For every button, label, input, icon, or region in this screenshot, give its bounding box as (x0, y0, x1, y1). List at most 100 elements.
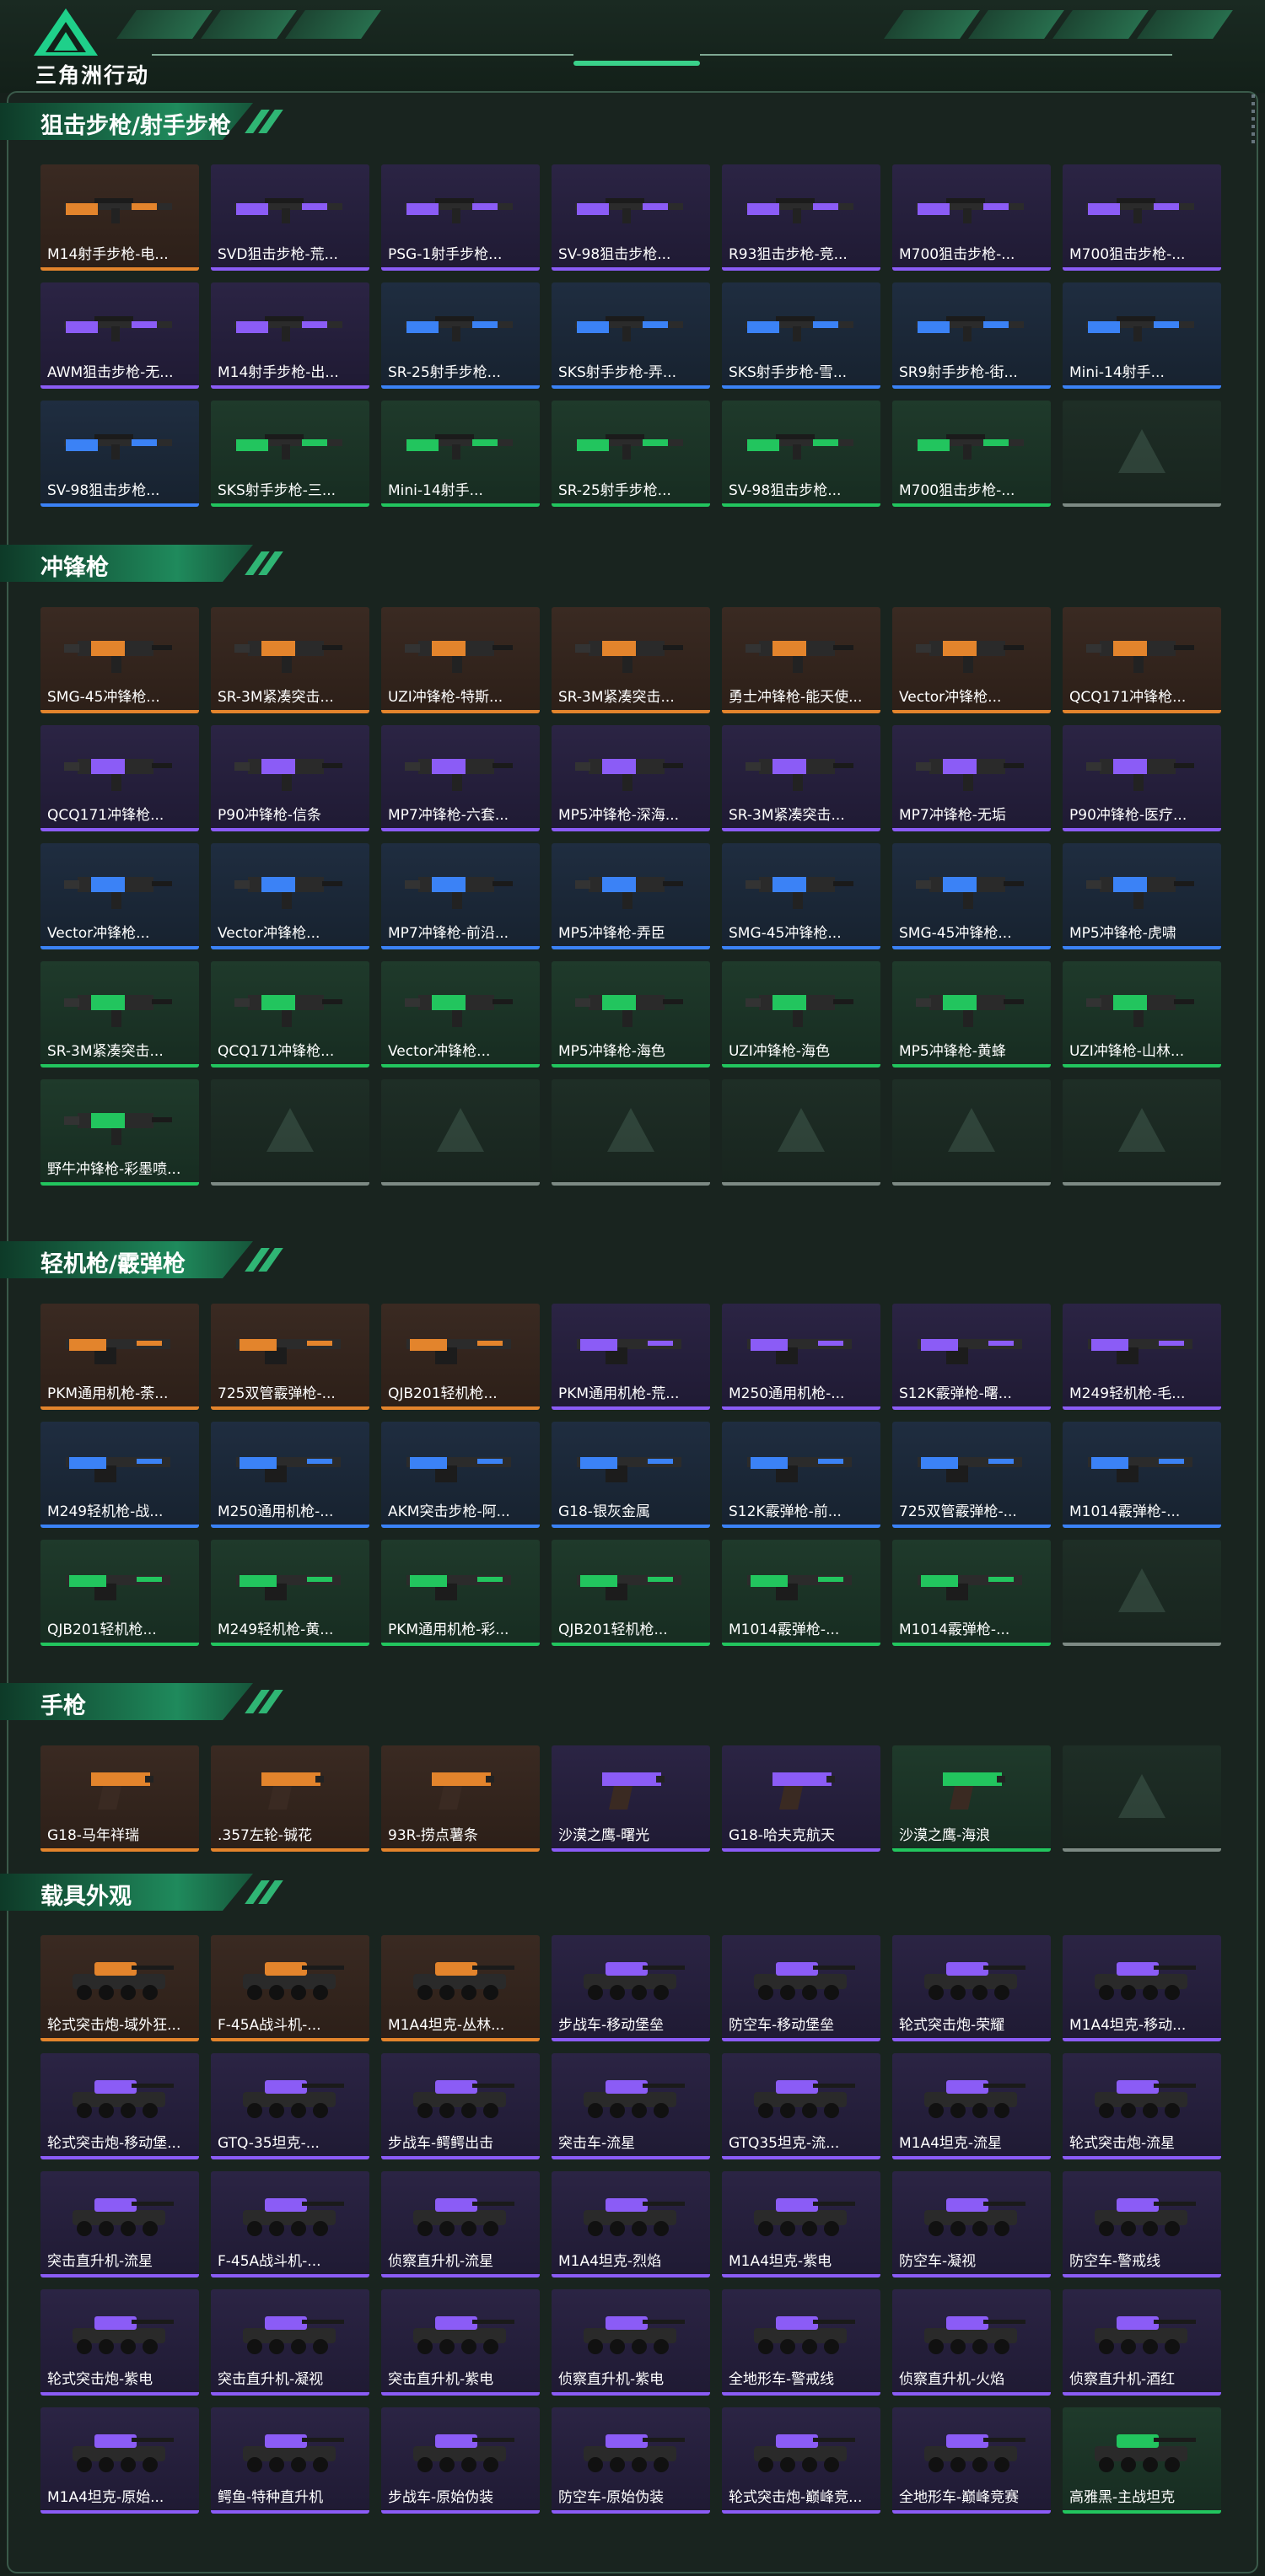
skin-card[interactable]: SKS射手步枪-弄... (552, 282, 710, 389)
skin-card[interactable]: 全地形车-警戒线 (722, 2289, 880, 2396)
skin-card[interactable]: M14射手步枪-出... (211, 282, 369, 389)
skin-card[interactable]: QJB201轻机枪... (552, 1540, 710, 1646)
skin-card[interactable]: MP5冲锋枪-黄蜂 (892, 961, 1051, 1068)
skin-card[interactable]: M700狙击步枪-... (892, 401, 1051, 507)
skin-card[interactable]: SV-98狙击步枪... (552, 164, 710, 271)
skin-card[interactable]: PSG-1射手步枪... (381, 164, 540, 271)
skin-card[interactable]: 突击直升机-流星 (40, 2171, 199, 2278)
skin-card[interactable]: UZI冲锋枪-山林... (1063, 961, 1221, 1068)
skin-card[interactable]: G18-哈夫克航天 (722, 1745, 880, 1852)
skin-card[interactable]: M1A4坦克-移动... (1063, 1935, 1221, 2041)
skin-card[interactable]: 沙漠之鹰-曙光 (552, 1745, 710, 1852)
skin-card[interactable]: 突击直升机-紫电 (381, 2289, 540, 2396)
skin-card[interactable]: 防空车-警戒线 (1063, 2171, 1221, 2278)
skin-card[interactable]: MP5冲锋枪-弄臣 (552, 843, 710, 949)
skin-card[interactable]: M1A4坦克-流星 (892, 2053, 1051, 2159)
skin-card[interactable]: M1014霰弹枪-... (892, 1540, 1051, 1646)
skin-card[interactable]: QJB201轻机枪... (40, 1540, 199, 1646)
skin-card[interactable]: 步战车-原始伪装 (381, 2407, 540, 2514)
skin-card[interactable]: SR-25射手步枪... (381, 282, 540, 389)
skin-card[interactable]: M1A4坦克-原始... (40, 2407, 199, 2514)
skin-card[interactable]: 防空车-原始伪装 (552, 2407, 710, 2514)
skin-card[interactable]: AWM狙击步枪-无... (40, 282, 199, 389)
skin-card[interactable]: QCQ171冲锋枪... (211, 961, 369, 1068)
skin-card[interactable]: 725双管霰弹枪-... (892, 1422, 1051, 1528)
skin-card[interactable]: M249轻机枪-毛... (1063, 1304, 1221, 1410)
skin-card[interactable]: 高雅黑-主战坦克 (1063, 2407, 1221, 2514)
skin-card[interactable]: M1014霰弹枪-... (722, 1540, 880, 1646)
skin-card[interactable]: Mini-14射手... (381, 401, 540, 507)
skin-card[interactable]: GTQ-35坦克-... (211, 2053, 369, 2159)
skin-card[interactable]: AKM突击步枪-阿... (381, 1422, 540, 1528)
skin-card[interactable]: QJB201轻机枪... (381, 1304, 540, 1410)
skin-card[interactable]: 步战车-移动堡垒 (552, 1935, 710, 2041)
skin-card[interactable]: F-45A战斗机-... (211, 2171, 369, 2278)
skin-card[interactable]: P90冲锋枪-医疗... (1063, 725, 1221, 831)
skin-card[interactable]: SMG-45冲锋枪... (40, 607, 199, 713)
skin-card[interactable]: Vector冲锋枪... (892, 607, 1051, 713)
skin-card[interactable]: 轮式突击炮-域外狂... (40, 1935, 199, 2041)
skin-card[interactable]: SR9射手步枪-街... (892, 282, 1051, 389)
skin-card[interactable]: SMG-45冲锋枪... (892, 843, 1051, 949)
skin-card[interactable]: SR-25射手步枪... (552, 401, 710, 507)
skin-card[interactable]: 突击车-流星 (552, 2053, 710, 2159)
skin-card[interactable]: SR-3M紧凑突击... (40, 961, 199, 1068)
skin-card[interactable]: 沙漠之鹰-海浪 (892, 1745, 1051, 1852)
skin-card[interactable]: F-45A战斗机-... (211, 1935, 369, 2041)
skin-card[interactable]: 轮式突击炮-移动堡... (40, 2053, 199, 2159)
skin-card[interactable]: UZI冲锋枪-特斯... (381, 607, 540, 713)
skin-card[interactable]: SKS射手步枪-雪... (722, 282, 880, 389)
skin-card[interactable]: .357左轮-铖花 (211, 1745, 369, 1852)
skin-card[interactable]: MP7冲锋枪-前沿... (381, 843, 540, 949)
scrollbar[interactable] (1252, 94, 1255, 145)
skin-card[interactable]: 轮式突击炮-荣耀 (892, 1935, 1051, 2041)
skin-card[interactable]: M700狙击步枪-... (1063, 164, 1221, 271)
skin-card[interactable]: QCQ171冲锋枪... (1063, 607, 1221, 713)
skin-card[interactable]: 轮式突击炮-流星 (1063, 2053, 1221, 2159)
skin-card[interactable]: 鳄鱼-特种直升机 (211, 2407, 369, 2514)
skin-card[interactable]: PKM通用机枪-荒... (552, 1304, 710, 1410)
skin-card[interactable]: MP5冲锋枪-海色 (552, 961, 710, 1068)
skin-card[interactable]: M700狙击步枪-... (892, 164, 1051, 271)
skin-card[interactable]: SV-98狙击步枪... (40, 401, 199, 507)
skin-card[interactable]: 步战车-鳄鳄出击 (381, 2053, 540, 2159)
skin-card[interactable]: 防空车-凝视 (892, 2171, 1051, 2278)
skin-card[interactable]: 侦察直升机-紫电 (552, 2289, 710, 2396)
skin-card[interactable]: 防空车-移动堡垒 (722, 1935, 880, 2041)
skin-card[interactable]: UZI冲锋枪-海色 (722, 961, 880, 1068)
skin-card[interactable]: SV-98狙击步枪... (722, 401, 880, 507)
skin-card[interactable]: M249轻机枪-战... (40, 1422, 199, 1528)
skin-card[interactable]: M1A4坦克-紫电 (722, 2171, 880, 2278)
skin-card[interactable]: Vector冲锋枪... (40, 843, 199, 949)
skin-card[interactable]: PKM通用机枪-荼... (40, 1304, 199, 1410)
skin-card[interactable]: QCQ171冲锋枪... (40, 725, 199, 831)
skin-card[interactable]: 野牛冲锋枪-彩墨喷... (40, 1079, 199, 1186)
skin-card[interactable]: M250通用机枪-... (211, 1422, 369, 1528)
skin-card[interactable]: Mini-14射手... (1063, 282, 1221, 389)
skin-card[interactable]: R93狙击步枪-竞... (722, 164, 880, 271)
skin-card[interactable]: SVD狙击步枪-荒... (211, 164, 369, 271)
skin-card[interactable]: PKM通用机枪-彩... (381, 1540, 540, 1646)
skin-card[interactable]: SR-3M紧凑突击... (722, 725, 880, 831)
skin-card[interactable]: 轮式突击炮-紫电 (40, 2289, 199, 2396)
skin-card[interactable]: 勇士冲锋枪-能天使... (722, 607, 880, 713)
skin-card[interactable]: M14射手步枪-电... (40, 164, 199, 271)
skin-card[interactable]: GTQ35坦克-流... (722, 2053, 880, 2159)
skin-card[interactable]: MP5冲锋枪-深海... (552, 725, 710, 831)
skin-card[interactable]: SR-3M紧凑突击... (211, 607, 369, 713)
skin-card[interactable]: 侦察直升机-火焰 (892, 2289, 1051, 2396)
skin-card[interactable]: MP5冲锋枪-虎啸 (1063, 843, 1221, 949)
skin-card[interactable]: M1A4坦克-烈焰 (552, 2171, 710, 2278)
skin-card[interactable]: Vector冲锋枪... (381, 961, 540, 1068)
skin-card[interactable]: 侦察直升机-酒红 (1063, 2289, 1221, 2396)
skin-card[interactable]: M249轻机枪-黄... (211, 1540, 369, 1646)
skin-card[interactable]: S12K霰弹枪-曙... (892, 1304, 1051, 1410)
skin-card[interactable]: 突击直升机-凝视 (211, 2289, 369, 2396)
skin-card[interactable]: SR-3M紧凑突击... (552, 607, 710, 713)
skin-card[interactable]: 侦察直升机-流星 (381, 2171, 540, 2278)
skin-card[interactable]: S12K霰弹枪-前... (722, 1422, 880, 1528)
skin-card[interactable]: M1014霰弹枪-... (1063, 1422, 1221, 1528)
skin-card[interactable]: 轮式突击炮-巅峰竞... (722, 2407, 880, 2514)
skin-card[interactable]: P90冲锋枪-信条 (211, 725, 369, 831)
skin-card[interactable]: Vector冲锋枪... (211, 843, 369, 949)
